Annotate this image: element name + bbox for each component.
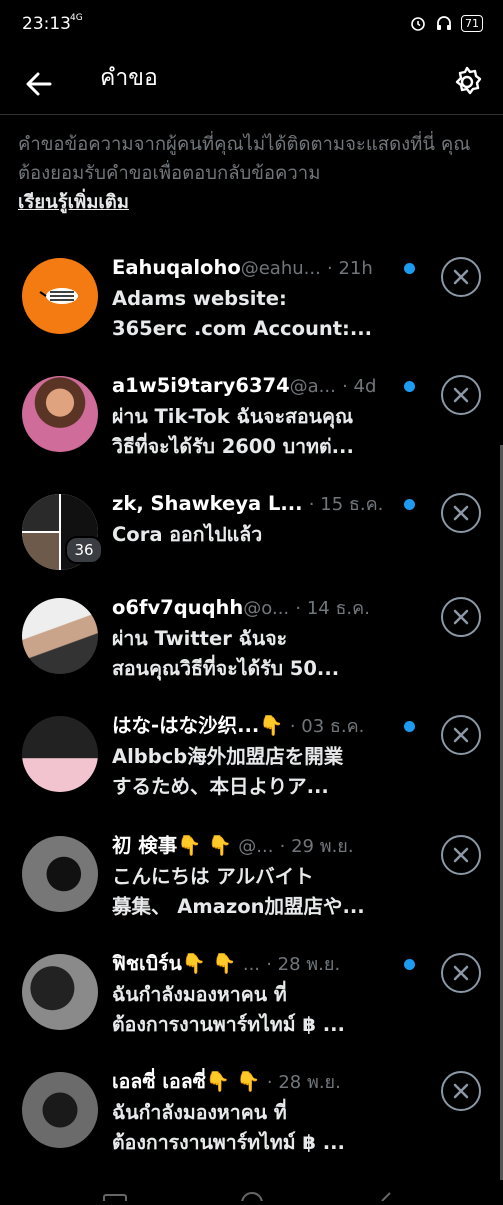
request-time: · 14 ธ.ค.	[295, 598, 370, 619]
dismiss-button[interactable]	[441, 375, 481, 415]
avatar	[22, 954, 98, 1030]
request-header: はな-はな沙织...👇 · 03 ธ.ค.	[112, 712, 412, 741]
back-button[interactable]	[20, 64, 60, 104]
unread-dot	[404, 499, 415, 510]
member-count-badge: 36	[65, 536, 103, 564]
page-title: คำขอ	[100, 65, 158, 91]
sender-name: a1w5i9tary6374	[112, 374, 290, 397]
nav-buttons-icon	[103, 1192, 391, 1205]
request-item[interactable]: 36 zk, Shawkeya L... · 15 ธ.ค. Cora ออกไ…	[0, 488, 500, 600]
request-notice: คำขอข้อความจากผู้คนที่คุณไม่ได้ติดตามจะแ…	[18, 130, 486, 217]
dismiss-button[interactable]	[441, 835, 481, 875]
battery-icon: 71	[461, 14, 483, 32]
avatar	[22, 836, 98, 912]
sender-name: ฟิชเบิร์น	[112, 952, 182, 975]
request-time: · 21h	[327, 258, 373, 279]
request-header: o6fv7quqhh@o... · 14 ธ.ค.	[112, 594, 412, 623]
message-preview: ฉันกำลังมองหาคน ที่ ต้องการงานพาร์ทไทม์ …	[112, 1101, 345, 1154]
settings-button[interactable]	[447, 62, 487, 102]
request-item[interactable]: o6fv7quqhh@o... · 14 ธ.ค. ผ่าน Twitter ฉ…	[0, 592, 500, 704]
network-indicator: 4G	[70, 13, 83, 23]
armadillo-logo-icon	[26, 266, 94, 326]
request-item[interactable]: a1w5i9tary6374@a... · 4d ผ่าน Tik-Tok ฉั…	[0, 370, 500, 482]
sender-handle: ...	[242, 954, 261, 975]
sender-name: o6fv7quqhh	[112, 596, 244, 619]
request-time: · 15 ธ.ค.	[308, 494, 384, 515]
system-nav-bar	[0, 1186, 503, 1205]
request-time: · 4d	[342, 376, 377, 397]
request-header: ฟิชเบิร์น👇 👇 ... · 28 พ.ย.	[112, 950, 412, 979]
close-icon	[453, 965, 469, 981]
status-time: 23:13	[22, 14, 71, 34]
request-item[interactable]: Eahuqaloho@eahu... · 21h Adams website: …	[0, 252, 500, 364]
top-app-bar: คำขอ	[0, 52, 503, 115]
request-item[interactable]: はな-はな沙织...👇 · 03 ธ.ค. Albbcb海外加盟店を開業 するた…	[0, 710, 500, 822]
sender-handle: @o...	[243, 598, 290, 619]
request-time: · 28 พ.ย.	[266, 1072, 341, 1093]
message-preview: ฉันกำลังมองหาคน ที่ ต้องการงานพาร์ทไทม์ …	[112, 983, 345, 1036]
close-icon	[453, 387, 469, 403]
dismiss-button[interactable]	[441, 1071, 481, 1111]
unread-dot	[404, 263, 415, 274]
message-preview: こんにちは アルバイト 募集、 Amazon加盟店や...	[112, 865, 365, 918]
emoji: 👇	[259, 714, 284, 737]
sender-name: 初 検事	[112, 834, 178, 857]
avatar	[22, 716, 98, 792]
request-header: Eahuqaloho@eahu... · 21h	[112, 254, 412, 283]
dismiss-button[interactable]	[441, 257, 481, 297]
avatar	[22, 376, 98, 452]
request-time: · 03 ธ.ค.	[289, 716, 365, 737]
request-header: zk, Shawkeya L... · 15 ธ.ค.	[112, 490, 412, 519]
sender-name: zk, Shawkeya L...	[112, 492, 303, 515]
sender-name: เอลซี่ เอลซี่	[112, 1070, 206, 1093]
headphones-icon	[437, 16, 451, 30]
sender-name: Eahuqaloho	[112, 256, 241, 279]
notice-text: คำขอข้อความจากผู้คนที่คุณไม่ได้ติดตามจะแ…	[18, 134, 471, 184]
emoji: 👇 👇	[205, 1070, 261, 1093]
dismiss-button[interactable]	[441, 953, 481, 993]
close-icon	[453, 505, 469, 521]
close-icon	[453, 727, 469, 743]
message-preview: Cora ออกไปแล้ว	[112, 523, 263, 546]
message-preview: Albbcb海外加盟店を開業 するため、本日よりア...	[112, 745, 344, 798]
unread-dot	[404, 959, 415, 970]
unread-dot	[404, 721, 415, 732]
dismiss-button[interactable]	[441, 715, 481, 755]
sender-handle: @eahu...	[240, 258, 321, 279]
alarm-icon	[411, 17, 425, 31]
close-icon	[453, 269, 469, 285]
unread-dot	[404, 381, 415, 392]
message-preview: ผ่าน Twitter ฉันจะ สอนคุณวิธีที่จะได้รับ…	[112, 627, 340, 680]
close-icon	[453, 1083, 469, 1099]
request-header: เอลซี่ เอลซี่👇 👇 · 28 พ.ย.	[112, 1068, 412, 1097]
avatar	[22, 1072, 98, 1148]
avatar	[22, 598, 98, 674]
sender-handle: @a...	[289, 376, 336, 397]
message-preview: Adams website: 365erc .com Account:...	[112, 287, 373, 340]
status-icons: 71	[409, 14, 483, 32]
sender-name: はな-はな沙织...	[112, 714, 260, 737]
request-item[interactable]: เอลซี่ เอลซี่👇 👇 · 28 พ.ย. ฉันกำลังมองหา…	[0, 1066, 500, 1178]
dismiss-button[interactable]	[441, 493, 481, 533]
message-preview: ผ่าน Tik-Tok ฉันจะสอนคุณ วิธีที่จะได้รับ…	[112, 405, 354, 458]
arrow-left-icon	[26, 72, 52, 96]
request-header: a1w5i9tary6374@a... · 4d	[112, 372, 412, 401]
request-time: · 28 พ.ย.	[266, 954, 341, 975]
request-item[interactable]: 初 検事👇 👇 @... · 29 พ.ย. こんにちは アルバイト 募集、 A…	[0, 830, 500, 942]
learn-more-link[interactable]: เรียนรู้เพิ่มเติม	[18, 192, 129, 213]
sender-handle: @...	[238, 836, 274, 857]
close-icon	[453, 609, 469, 625]
status-bar: 23:13 4G 71	[0, 0, 503, 52]
avatar	[22, 258, 98, 334]
request-time: · 29 พ.ย.	[279, 836, 354, 857]
request-item[interactable]: ฟิชเบิร์น👇 👇 ... · 28 พ.ย. ฉันกำลังมองหา…	[0, 948, 500, 1060]
dismiss-button[interactable]	[441, 597, 481, 637]
close-icon	[453, 847, 469, 863]
gear-icon	[455, 66, 482, 95]
emoji: 👇 👇	[177, 834, 233, 857]
emoji: 👇 👇	[181, 952, 237, 975]
request-header: 初 検事👇 👇 @... · 29 พ.ย.	[112, 832, 412, 861]
